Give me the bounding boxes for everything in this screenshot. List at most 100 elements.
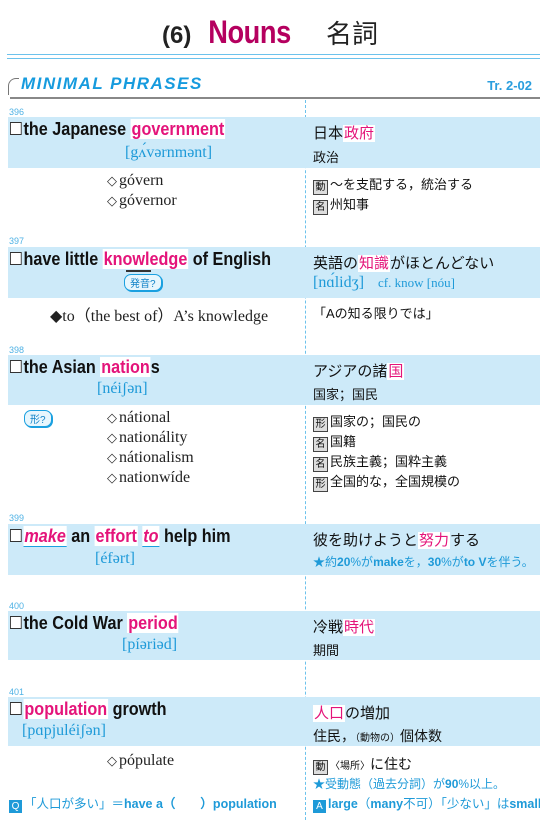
- answer-keyword: small: [509, 797, 540, 811]
- entry-number: 398: [9, 345, 25, 355]
- diamond-icon: ◇: [107, 410, 117, 425]
- question-text: 「人口が多い」＝: [24, 797, 125, 811]
- checkbox[interactable]: [10, 122, 22, 135]
- jp-keyword: 努力: [418, 532, 451, 549]
- note-text: を伴う。: [486, 555, 534, 569]
- checkbox[interactable]: [10, 252, 22, 265]
- derivative-meaning: 名州知事: [313, 194, 369, 215]
- phrase-text: help him: [159, 526, 231, 546]
- jp-sub-meaning: 住民，（動物の）個体数: [313, 726, 442, 746]
- derivative-meaning: 形全国的な，全国規模の: [313, 471, 460, 492]
- checkbox[interactable]: [10, 702, 22, 715]
- meaning-text: 国家の；国民の: [330, 414, 422, 429]
- meaning-text: ～を支配する，統治する: [330, 177, 474, 192]
- jp-translation: アジアの諸国: [313, 360, 405, 381]
- jp-keyword: 国: [387, 363, 405, 380]
- pronunciation: [pɑpjuléiʃən]: [22, 722, 106, 739]
- jp-sub-meaning: 政治: [313, 150, 340, 165]
- diamond-icon: ◇: [107, 430, 117, 445]
- chapter-title-jp: 名詞: [325, 19, 378, 49]
- phrase: make an effort to help him: [10, 526, 231, 547]
- stress-underline: [126, 270, 151, 272]
- audio-track-label[interactable]: Tr. 2-02: [487, 78, 532, 93]
- answer-keyword: large: [328, 797, 358, 811]
- title-rule-bottom: [7, 58, 540, 59]
- diamond-icon: ◇: [107, 193, 117, 208]
- jp-translation: 彼を助けようと努力する: [313, 529, 480, 550]
- pos-verb-icon: 動: [313, 180, 328, 195]
- note-text: を，: [403, 555, 428, 569]
- question-icon: Q: [9, 800, 22, 813]
- diamond-icon: ◇: [107, 753, 117, 768]
- diamond-icon: ◇: [107, 470, 117, 485]
- keyword: effort: [94, 526, 138, 546]
- pos-verb-icon: 動: [313, 760, 328, 775]
- adjective-quiz-badge[interactable]: 形?: [24, 410, 52, 427]
- note-text: %が: [350, 555, 374, 569]
- jp-translation: 人口の増加: [313, 702, 390, 723]
- derivative: ◇ góvernor: [107, 192, 177, 210]
- derivative-meaning: 動〈場所〉に住む: [313, 754, 412, 775]
- pos-noun-icon: 名: [313, 457, 328, 472]
- meaning-text: に住む: [370, 756, 412, 772]
- pronunciation: [éfərt]: [95, 550, 135, 567]
- derivative-meaning: 名民族主義；国粋主義: [313, 451, 447, 472]
- idiom: ◆to（the best of）A’s knowledge: [50, 308, 269, 325]
- idiom-meaning: 「Aの知る限りでは」: [313, 306, 439, 321]
- meaning-text: 州知事: [330, 197, 370, 212]
- keyword-collocate: make: [23, 526, 67, 547]
- title-rule-top: [7, 54, 540, 55]
- note-text: 約: [325, 555, 338, 569]
- jp-keyword: 知識: [358, 255, 391, 272]
- jp-sub-meaning: 国家；国民: [313, 387, 379, 402]
- pos-noun-icon: 名: [313, 437, 328, 452]
- derivative-word: góvern: [119, 172, 164, 189]
- jp-text: アジアの諸: [313, 363, 388, 380]
- entry-number: 399: [9, 513, 25, 523]
- meaning-text-small: 〈場所〉: [330, 761, 370, 772]
- section-header: MINIMAL PHRASES: [8, 74, 203, 95]
- quiz-question: Q 「人口が多い」＝have a（ ）population: [9, 793, 277, 813]
- entry-number: 397: [9, 236, 25, 246]
- jp-keyword: 政府: [343, 125, 376, 142]
- meaning-text: 民族主義；国粋主義: [330, 454, 448, 469]
- derivative: ◇ nationálity: [107, 429, 187, 447]
- note-keyword: to V: [463, 555, 487, 569]
- usage-note: ★受動態（過去分詞）が90%以上。: [313, 775, 505, 792]
- checkbox[interactable]: [10, 360, 22, 373]
- jp-translation: 日本政府: [313, 122, 376, 143]
- phrase: the Japanese government: [10, 119, 226, 140]
- meaning-text: 国籍: [330, 434, 357, 449]
- checkbox[interactable]: [10, 529, 22, 542]
- jp-translation: 冷戦時代: [313, 616, 376, 637]
- derivative-word: nátionalism: [119, 449, 194, 466]
- pos-noun-icon: 名: [313, 200, 328, 215]
- phrase-text: have little: [23, 249, 103, 269]
- entry-number: 400: [9, 601, 25, 611]
- phrase-text: the Japanese: [23, 119, 131, 139]
- checkbox[interactable]: [10, 616, 22, 629]
- pronunciation: [píəriəd]: [122, 636, 178, 653]
- jp-translation: 英語の知識がほとんどない: [313, 252, 494, 273]
- phrase-text: the Cold War: [23, 613, 128, 633]
- entry-number: 396: [9, 107, 25, 117]
- phrase-text: of English: [188, 249, 272, 269]
- jp-text: 彼を助けようと: [313, 532, 419, 549]
- jp-keyword: 人口: [313, 705, 346, 722]
- pronunciation-quiz-badge[interactable]: 発音?: [124, 274, 162, 291]
- section-rule: [10, 97, 540, 99]
- jp-text: 英語の: [313, 255, 359, 272]
- jp-text-small: （動物の）: [355, 733, 400, 744]
- diamond-icon: ◇: [107, 173, 117, 188]
- phrase: population growth: [10, 699, 167, 720]
- diamond-icon: ◇: [107, 450, 117, 465]
- keyword: nation: [100, 357, 151, 377]
- answer-text: （: [357, 797, 371, 811]
- derivative-meaning: 名国籍: [313, 431, 356, 452]
- derivative-meaning: 形国家の；国民の: [313, 411, 421, 432]
- note-text: %以上。: [458, 777, 506, 791]
- phrase-text: growth: [108, 699, 167, 719]
- meaning-text: 全国的な，全国規模の: [330, 474, 461, 489]
- jp-sub-meaning: 期間: [313, 643, 340, 658]
- usage-note: ★約20%がmakeを，30%がto Vを伴う。: [313, 553, 534, 570]
